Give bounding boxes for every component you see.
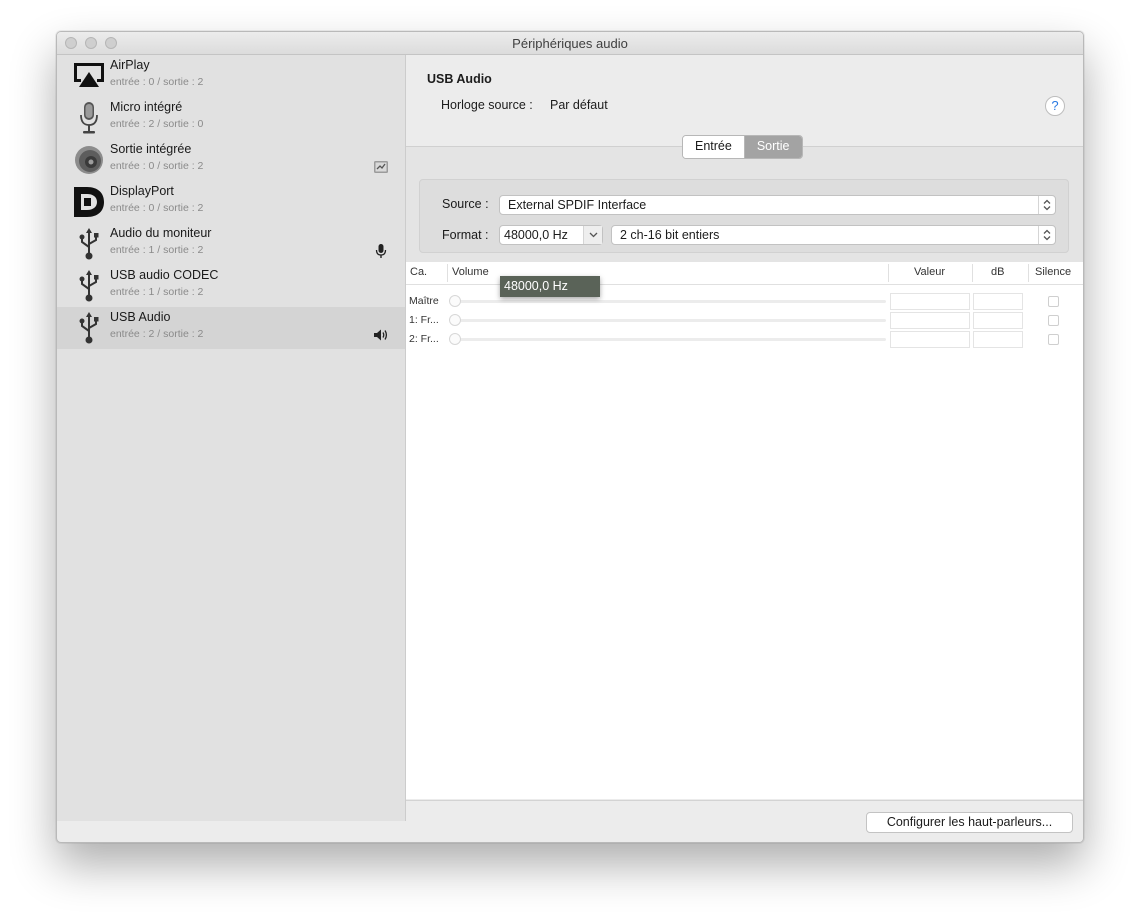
usb-icon (79, 312, 99, 344)
window-title: Périphériques audio (512, 36, 628, 51)
device-item-audio-du-moniteur[interactable]: Audio du moniteur entrée : 1 / sortie : … (57, 223, 405, 265)
device-item-usb-audio[interactable]: USB Audio entrée : 2 / sortie : 2 (57, 307, 405, 349)
tab-input[interactable]: Entrée (683, 136, 745, 158)
db-field[interactable] (973, 312, 1023, 329)
clock-source-label: Horloge source : (441, 98, 533, 112)
window: Périphériques audio AirPlay entrée : 0 /… (56, 31, 1084, 843)
table-row: 1: Fr... (406, 311, 1083, 330)
chevron-down-icon (583, 226, 602, 244)
device-name: Audio du moniteur (110, 226, 212, 240)
microphone-icon (80, 102, 98, 134)
header-mute: Silence (1035, 266, 1072, 278)
device-item-airplay[interactable]: AirPlay entrée : 0 / sortie : 2 (57, 55, 405, 97)
device-title: USB Audio (427, 72, 492, 86)
column-divider (888, 264, 889, 282)
updown-arrows-icon (1038, 196, 1055, 214)
device-name: Sortie intégrée (110, 142, 192, 156)
input-output-tabs: Entrée Sortie (682, 135, 803, 159)
microphone-input-icon (375, 244, 387, 258)
mute-checkbox[interactable] (1048, 334, 1059, 345)
airplay-icon (74, 63, 104, 87)
sample-rate-value: 48000,0 Hz (504, 228, 568, 242)
device-item-usb-audio-codec[interactable]: USB audio CODEC entrée : 1 / sortie : 2 (57, 265, 405, 307)
column-divider (972, 264, 973, 282)
source-label: Source : (442, 197, 489, 211)
usb-icon (79, 270, 99, 302)
device-channels: entrée : 0 / sortie : 2 (110, 76, 204, 88)
volume-slider[interactable] (454, 300, 886, 303)
column-divider (1028, 264, 1029, 282)
value-field[interactable] (890, 312, 970, 329)
channel-label: 2: Fr... (409, 333, 439, 345)
format-group: Source : External SPDIF Interface Format… (419, 179, 1069, 253)
speaker-icon (75, 146, 103, 174)
device-name: USB Audio (110, 310, 171, 324)
db-field[interactable] (973, 293, 1023, 310)
device-item-sortie-integree[interactable]: Sortie intégrée entrée : 0 / sortie : 2 (57, 139, 405, 181)
sample-rate-dropdown-option[interactable]: 48000,0 Hz (500, 276, 600, 297)
mute-checkbox[interactable] (1048, 315, 1059, 326)
usb-icon (79, 228, 99, 260)
db-field[interactable] (973, 331, 1023, 348)
device-item-displayport[interactable]: DisplayPort entrée : 0 / sortie : 2 (57, 181, 405, 223)
volume-slider[interactable] (454, 338, 886, 341)
sample-rate-popup[interactable]: 48000,0 Hz (499, 225, 603, 245)
device-name: USB audio CODEC (110, 268, 219, 282)
volume-slider-knob[interactable] (449, 333, 461, 345)
volume-slider-knob[interactable] (449, 314, 461, 326)
format-label: Format : (442, 228, 489, 242)
volume-table: Ca. Volume Valeur dB Silence Maître 1: F… (406, 262, 1083, 799)
channel-label: Maître (409, 295, 439, 307)
device-name: DisplayPort (110, 184, 174, 198)
tab-output[interactable]: Sortie (744, 136, 802, 158)
device-channels: entrée : 2 / sortie : 0 (110, 118, 204, 130)
device-channels: entrée : 2 / sortie : 2 (110, 328, 204, 340)
title-bar: Périphériques audio (57, 32, 1083, 55)
header-volume: Volume (452, 266, 489, 278)
table-row: 2: Fr... (406, 330, 1083, 349)
configure-speakers-button[interactable]: Configurer les haut-parleurs... (866, 812, 1073, 833)
speaker-output-icon (374, 329, 388, 341)
device-detail-pane: USB Audio Horloge source : Par défaut ? … (406, 55, 1083, 842)
footer-bar: Configurer les haut-parleurs... (406, 800, 1083, 842)
value-field[interactable] (890, 293, 970, 310)
header-db: dB (991, 266, 1005, 278)
device-name: AirPlay (110, 58, 150, 72)
system-output-icon (374, 161, 388, 173)
device-channels: entrée : 1 / sortie : 2 (110, 286, 204, 298)
source-popup[interactable]: External SPDIF Interface (499, 195, 1056, 215)
mute-checkbox[interactable] (1048, 296, 1059, 307)
displayport-icon (74, 187, 104, 217)
value-field[interactable] (890, 331, 970, 348)
device-name: Micro intégré (110, 100, 183, 114)
clock-source-value: Par défaut (550, 98, 608, 112)
column-divider (447, 264, 448, 282)
header-value: Valeur (914, 266, 945, 278)
updown-arrows-icon (1038, 226, 1055, 244)
volume-slider[interactable] (454, 319, 886, 322)
device-channels: entrée : 1 / sortie : 2 (110, 244, 204, 256)
help-button[interactable]: ? (1045, 96, 1065, 116)
device-item-micro-integre[interactable]: Micro intégré entrée : 2 / sortie : 0 (57, 97, 405, 139)
volume-slider-knob[interactable] (449, 295, 461, 307)
header-channel: Ca. (410, 266, 428, 278)
device-channels: entrée : 0 / sortie : 2 (110, 202, 204, 214)
channel-label: 1: Fr... (409, 314, 439, 326)
device-channels: entrée : 0 / sortie : 2 (110, 160, 204, 172)
bit-depth-value: 2 ch-16 bit entiers (620, 228, 720, 242)
device-sidebar: AirPlay entrée : 0 / sortie : 2 Micro in… (57, 55, 406, 821)
source-value: External SPDIF Interface (508, 198, 647, 212)
bit-depth-popup[interactable]: 2 ch-16 bit entiers (611, 225, 1056, 245)
